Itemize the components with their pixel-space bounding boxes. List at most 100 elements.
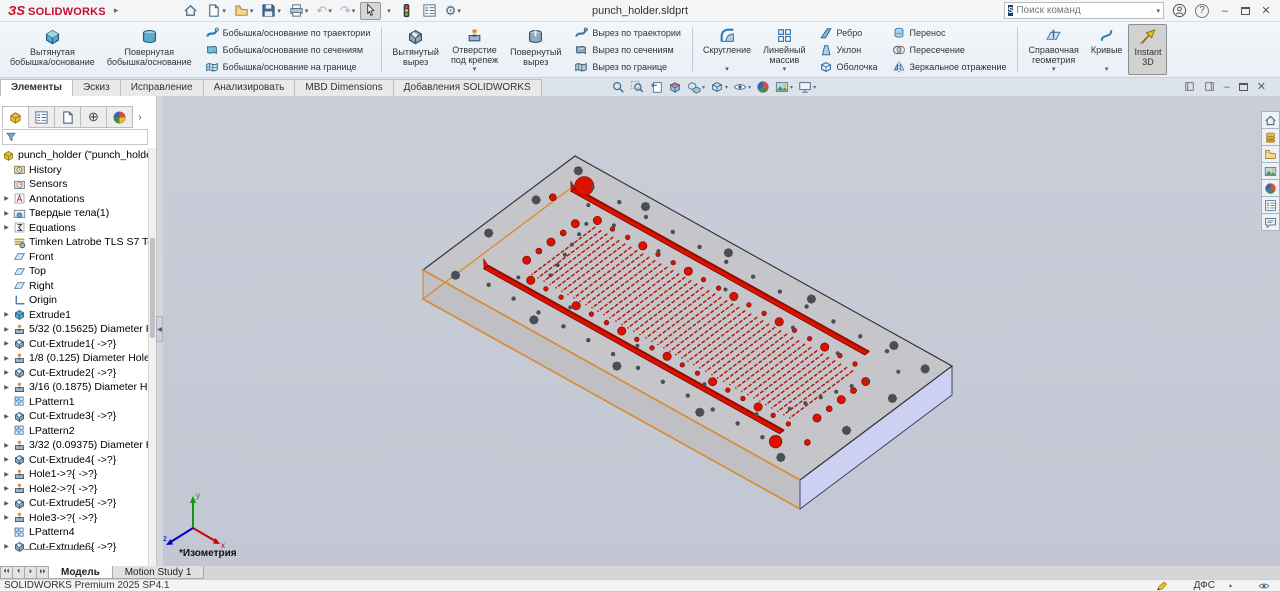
tree-scrollbar[interactable]: [148, 148, 156, 566]
command-search[interactable]: S ▾: [1004, 2, 1164, 19]
expander-icon[interactable]: ▶: [0, 326, 13, 333]
taskpane-view-palette-button[interactable]: [1261, 162, 1280, 180]
tree-filter[interactable]: [2, 129, 148, 145]
taskpane-design-library-button[interactable]: [1261, 128, 1280, 146]
expander-icon[interactable]: ▶: [0, 355, 13, 362]
taskpane-file-explorer-button[interactable]: [1261, 145, 1280, 163]
open-button[interactable]: ▾: [231, 2, 257, 20]
feature-tree-root[interactable]: punch_holder ("punch_holder" Defau: [0, 148, 149, 163]
feature-tree-item[interactable]: ▶ Cut-Extrude2{ ->?}: [0, 366, 149, 381]
lofted-cut-button[interactable]: Вырез по сечениям: [570, 42, 685, 58]
tab-configurationmanager[interactable]: [54, 106, 81, 128]
restore-button[interactable]: [1241, 7, 1250, 15]
wrap-button[interactable]: Перенос: [888, 25, 1011, 41]
feature-tree-item[interactable]: ▶ Equations: [0, 221, 149, 236]
previous-document-icon[interactable]: [1184, 81, 1195, 92]
expander-icon[interactable]: ▶: [0, 224, 13, 231]
lofted-boss-button[interactable]: Бобышка/основание по сечениям: [201, 42, 375, 58]
expander-icon[interactable]: ▶: [0, 311, 13, 318]
tag-pencil-icon[interactable]: [1156, 580, 1168, 592]
new-document-button[interactable]: ▾: [203, 2, 229, 20]
select-dropdown[interactable]: ▾: [383, 2, 394, 20]
expander-icon[interactable]: ▶: [0, 369, 13, 376]
print-button[interactable]: ▾: [286, 2, 312, 20]
expander-icon[interactable]: ▶: [0, 413, 13, 420]
expander-icon[interactable]: ▶: [0, 485, 13, 492]
rebuild-button[interactable]: [396, 2, 417, 20]
next-document-icon[interactable]: [1204, 81, 1215, 92]
help-button[interactable]: ?: [1195, 4, 1209, 18]
extruded-cut-button[interactable]: Вытянутыйвырез: [386, 24, 445, 75]
feature-tree-item[interactable]: ▶ Hole3->?{ ->?}: [0, 511, 149, 526]
expander-icon[interactable]: ▶: [0, 195, 13, 202]
feature-tree-item[interactable]: ▶ Origin: [0, 293, 149, 308]
edit-appearance-button[interactable]: [755, 79, 771, 95]
search-input[interactable]: [1016, 5, 1148, 16]
view-settings-button[interactable]: ▾: [797, 79, 817, 95]
section-view-button[interactable]: [667, 79, 683, 95]
expander-icon[interactable]: ▶: [0, 500, 13, 507]
save-button[interactable]: ▾: [258, 2, 284, 20]
document-tab[interactable]: Модель: [48, 566, 113, 579]
options-button[interactable]: ⚙▾: [442, 2, 464, 20]
feature-tree-item[interactable]: ▶ LPattern1: [0, 395, 149, 410]
panel-collapse-handle[interactable]: ◀: [156, 316, 163, 342]
command-tab[interactable]: Исправление: [120, 79, 204, 96]
expander-icon[interactable]: ▶: [0, 456, 13, 463]
dropdown-arrow[interactable]: ▾: [1105, 66, 1109, 74]
minimize-button[interactable]: –: [1217, 5, 1233, 17]
command-tab[interactable]: Эскиз: [72, 79, 121, 96]
feature-tree-item[interactable]: ▶ Cut-Extrude6{ ->?}: [0, 540, 149, 555]
previous-view-button[interactable]: [648, 79, 664, 95]
linear-pattern-button[interactable]: Линейныймассив ▾: [757, 24, 811, 75]
expander-icon[interactable]: ▶: [0, 543, 13, 550]
tab-featuremanager[interactable]: [2, 106, 29, 128]
zoom-to-fit-button[interactable]: [610, 79, 626, 95]
tab-displaymanager[interactable]: [106, 106, 133, 128]
instant-3d-button[interactable]: Instant3D: [1128, 24, 1167, 75]
dropdown-arrow[interactable]: ▾: [473, 66, 477, 74]
zoom-to-area-button[interactable]: [629, 79, 645, 95]
doc-close-button[interactable]: ✕: [1257, 80, 1266, 93]
feature-tree-item[interactable]: ▶ Annotations: [0, 192, 149, 207]
feature-tree-item[interactable]: ▶ Hole1->?{ ->?}: [0, 467, 149, 482]
extruded-boss-button[interactable]: Вытянутаябобышка/основание: [4, 24, 101, 75]
expander-icon[interactable]: ▶: [0, 442, 13, 449]
user-account-icon[interactable]: [1172, 3, 1187, 18]
expander-icon[interactable]: ▶: [0, 384, 13, 391]
taskpane-forum-button[interactable]: [1261, 213, 1280, 231]
fillet-button[interactable]: Скругление ▾: [697, 24, 757, 75]
display-style-button[interactable]: ▾: [709, 79, 729, 95]
select-tool-button[interactable]: [360, 2, 381, 20]
dropdown-arrow[interactable]: ▾: [725, 66, 729, 74]
taskpane-custom-properties-button[interactable]: [1261, 196, 1280, 214]
revolved-cut-button[interactable]: Повернутыйвырез: [504, 24, 567, 75]
feature-tree-item[interactable]: ▶ Твердые тела(1): [0, 206, 149, 221]
feature-tree-item[interactable]: ▶ 1/8 (0.125) Diameter Hole1->?{ ->: [0, 351, 149, 366]
swept-cut-button[interactable]: Вырез по траектории: [570, 25, 685, 41]
apply-scene-button[interactable]: ▾: [774, 79, 794, 95]
expander-icon[interactable]: ▶: [0, 210, 13, 217]
menu-flyout-arrow[interactable]: ▸: [112, 5, 129, 16]
expander-icon[interactable]: ▶: [0, 471, 13, 478]
command-tab[interactable]: MBD Dimensions: [294, 79, 393, 96]
draft-button[interactable]: Уклон: [815, 42, 882, 58]
tab-dimxpertmanager[interactable]: ⊕: [80, 106, 107, 128]
rib-button[interactable]: Ребро: [815, 25, 882, 41]
doc-minimize-button[interactable]: –: [1224, 81, 1230, 93]
view-orientation-button[interactable]: ▾: [686, 79, 706, 95]
shell-button[interactable]: Оболочка: [815, 59, 882, 75]
panel-tabs-overflow[interactable]: ›: [132, 106, 148, 128]
feature-tree-item[interactable]: ▶ Sensors: [0, 177, 149, 192]
status-dropdown-arrow[interactable]: ▴: [1229, 582, 1232, 589]
doc-restore-button[interactable]: [1239, 83, 1248, 91]
mbd-dimension-label[interactable]: ДФС: [1194, 580, 1215, 591]
3d-model-punch-holder[interactable]: yxz: [163, 96, 1280, 566]
document-tab[interactable]: Motion Study 1: [112, 566, 205, 579]
command-tab[interactable]: Элементы: [0, 79, 73, 96]
dropdown-arrow[interactable]: ▾: [783, 66, 787, 74]
feature-tree-item[interactable]: ▶ 5/32 (0.15625) Diameter Hole1->?: [0, 322, 149, 337]
tab-propertymanager[interactable]: [28, 106, 55, 128]
feature-tree-item[interactable]: ▶ Top: [0, 264, 149, 279]
redo-button[interactable]: ↷▾: [337, 2, 358, 20]
